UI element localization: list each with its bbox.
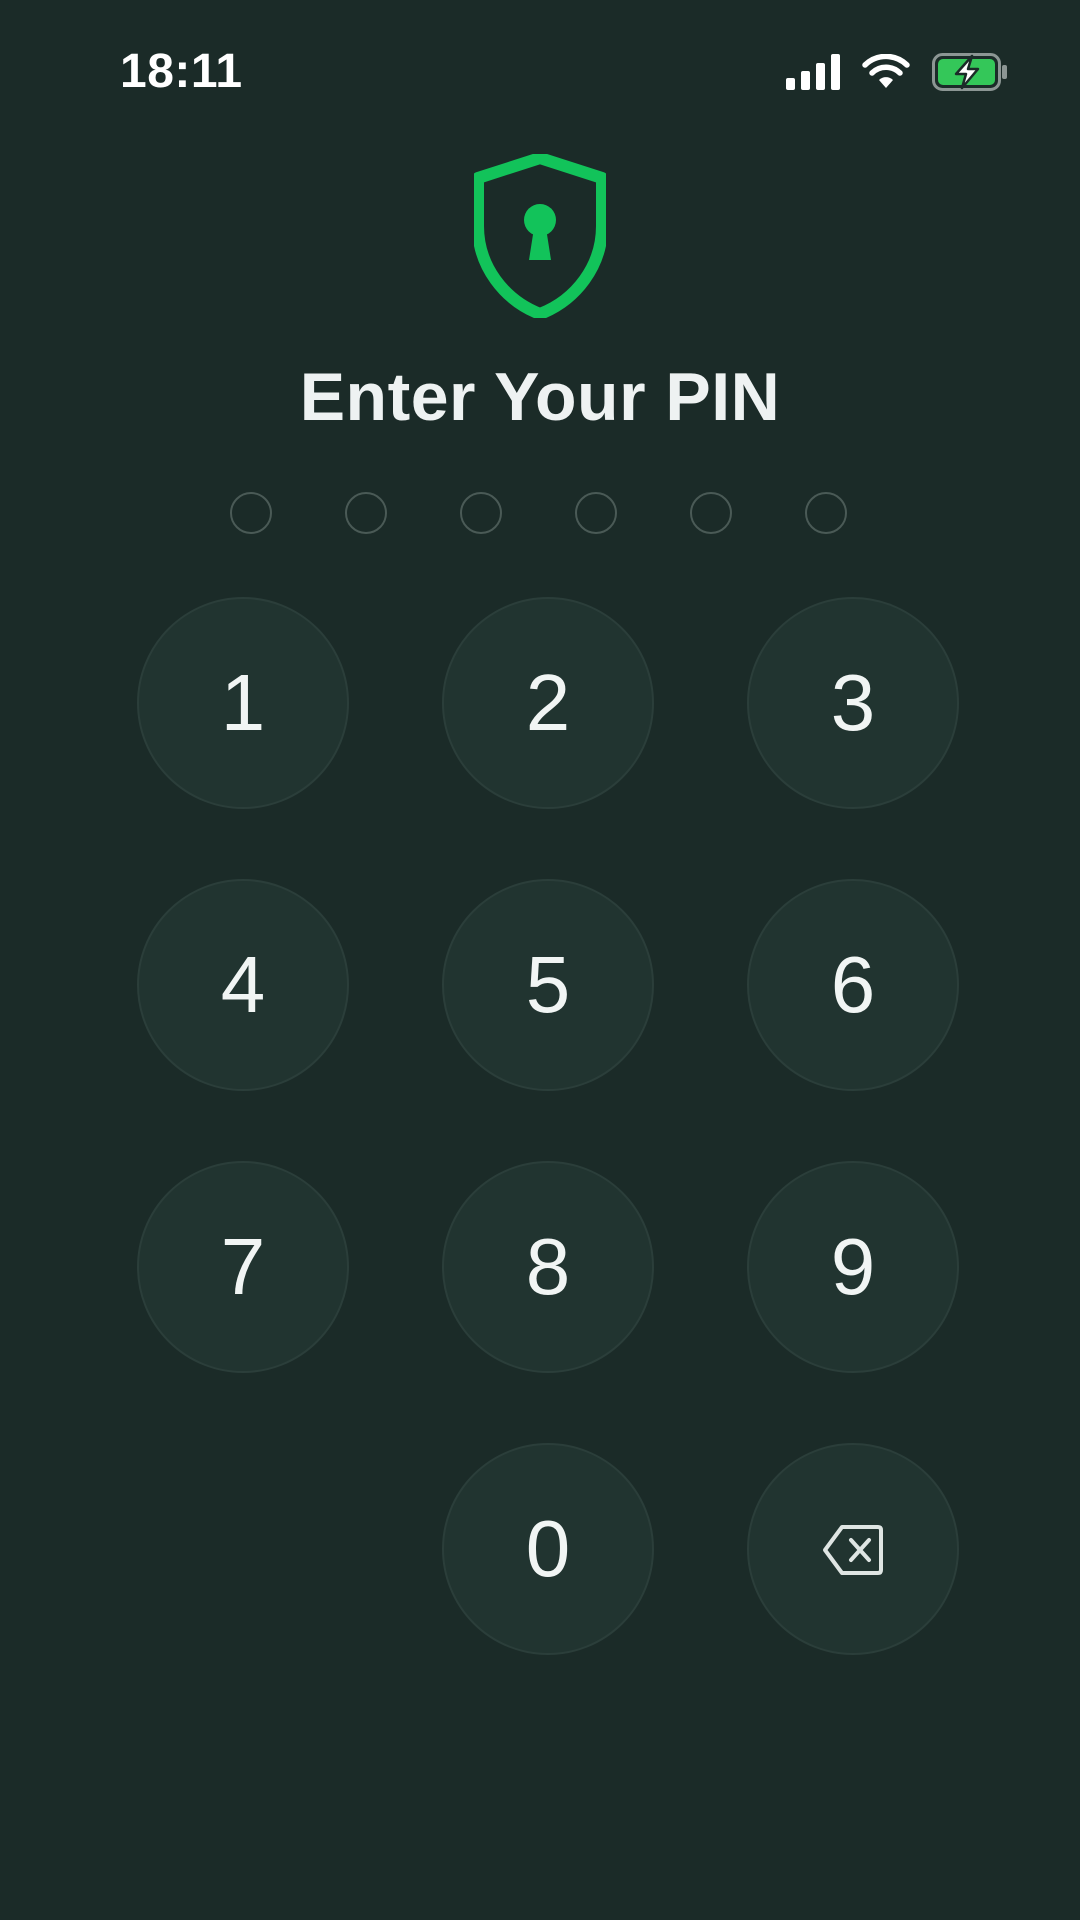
pin-dot [805, 492, 847, 534]
backspace-icon [822, 1509, 884, 1589]
pin-entry-screen: 18:11 Enter Your PIN 1 2 3 4 5 6 7 8 9 0 [0, 0, 1080, 1920]
key-1-button[interactable]: 1 [137, 597, 349, 809]
battery-charging-icon [932, 53, 1008, 91]
key-2-button[interactable]: 2 [442, 597, 654, 809]
key-label: 1 [220, 658, 266, 747]
cellular-signal-icon [786, 54, 840, 90]
key-7-button[interactable]: 7 [137, 1161, 349, 1373]
wifi-icon [862, 54, 910, 90]
page-title: Enter Your PIN [299, 359, 781, 435]
key-6-button[interactable]: 6 [747, 879, 959, 1091]
pin-dot [575, 492, 617, 534]
key-5-button[interactable]: 5 [442, 879, 654, 1091]
key-9-button[interactable]: 9 [747, 1161, 959, 1373]
key-label: 5 [525, 940, 571, 1029]
key-0-button[interactable]: 0 [442, 1443, 654, 1655]
shield-keyhole-icon [472, 152, 608, 320]
key-label: 6 [830, 940, 876, 1029]
key-label: 9 [830, 1222, 876, 1311]
status-time: 18:11 [120, 45, 243, 98]
pin-dot [690, 492, 732, 534]
key-label: 4 [220, 940, 266, 1029]
status-icons [786, 50, 1008, 94]
key-label: 0 [525, 1504, 571, 1593]
pin-dot [460, 492, 502, 534]
key-label: 7 [220, 1222, 266, 1311]
pin-indicator [230, 492, 850, 538]
key-label: 3 [830, 658, 876, 747]
key-4-button[interactable]: 4 [137, 879, 349, 1091]
delete-button[interactable] [747, 1443, 959, 1655]
key-3-button[interactable]: 3 [747, 597, 959, 809]
key-label: 2 [525, 658, 571, 747]
key-label: 8 [525, 1222, 571, 1311]
pin-dot [345, 492, 387, 534]
key-8-button[interactable]: 8 [442, 1161, 654, 1373]
pin-dot [230, 492, 272, 534]
